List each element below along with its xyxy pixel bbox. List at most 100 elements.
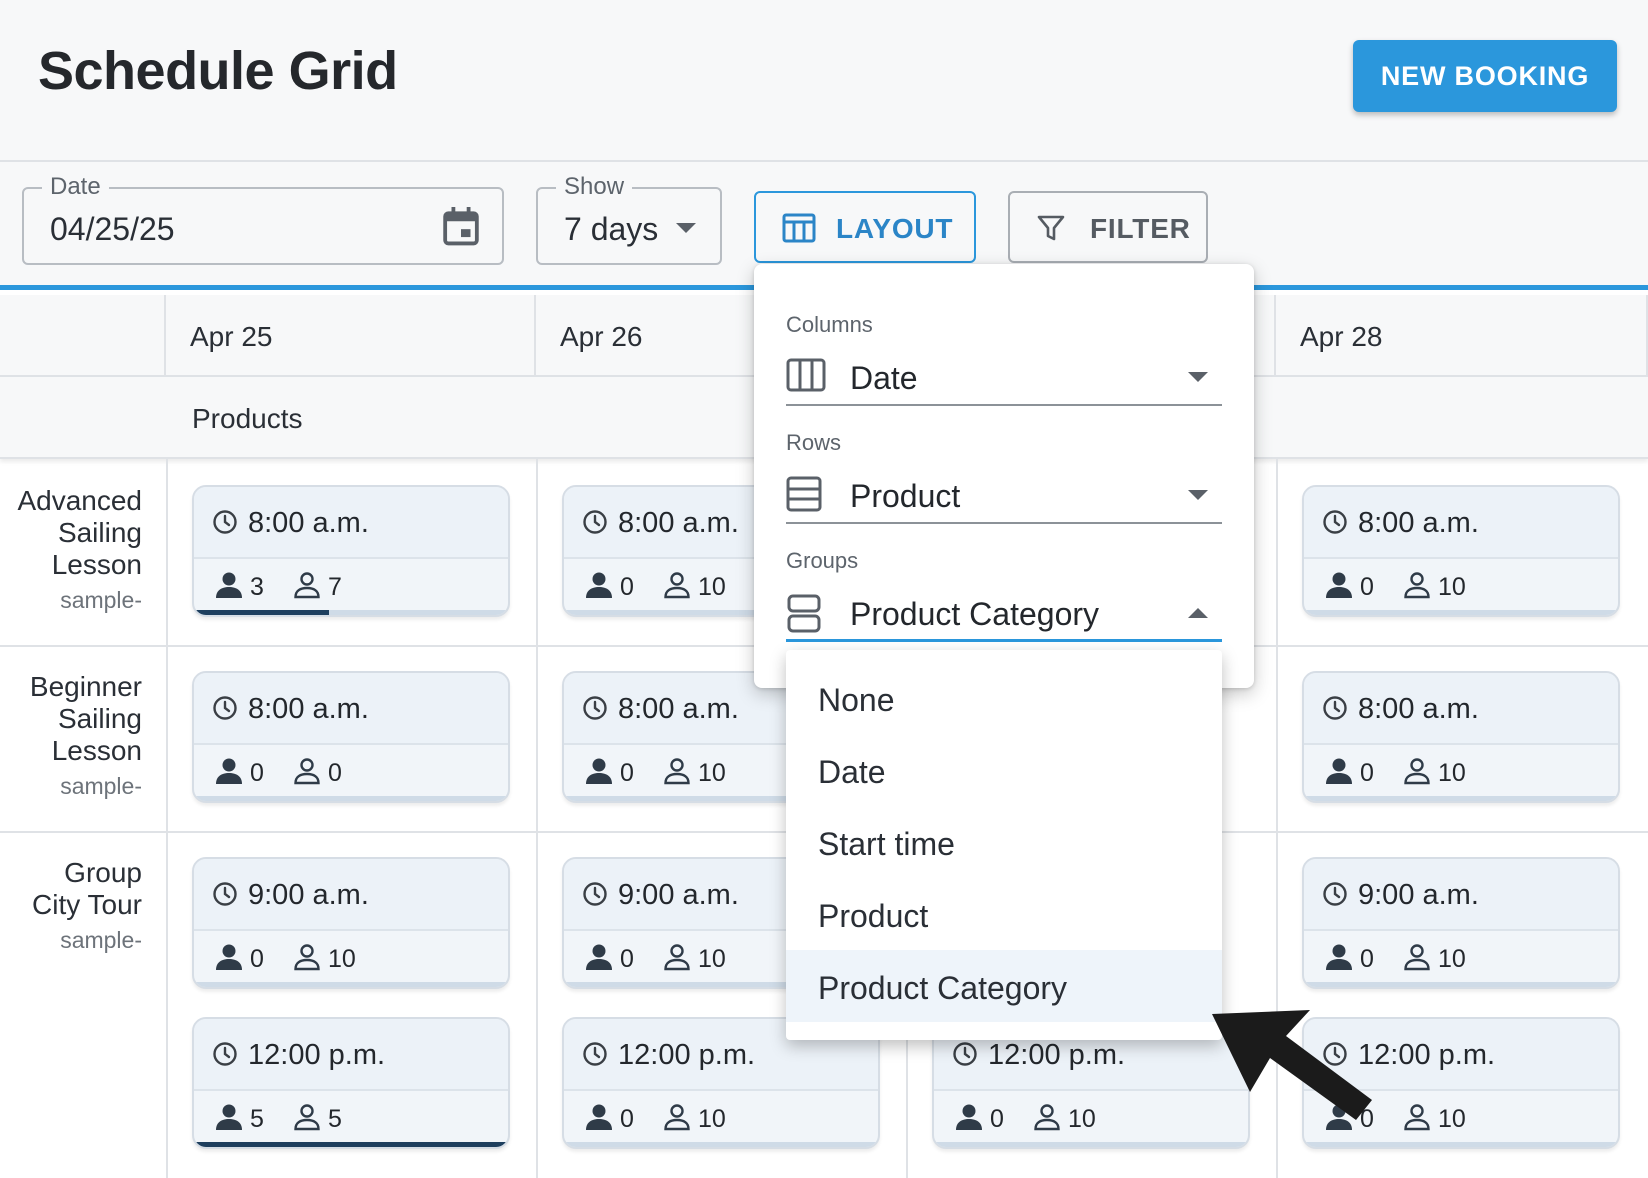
new-booking-button[interactable]: NEW BOOKING: [1353, 40, 1617, 112]
capacity-progress: [194, 610, 330, 615]
chevron-up-icon: [1188, 608, 1208, 618]
rows-select-label: Rows: [786, 430, 842, 455]
show-select-value[interactable]: 7 days: [564, 211, 658, 248]
row-name-line: Advanced: [17, 485, 142, 516]
booked-count: 0: [620, 573, 634, 601]
clock-icon: [212, 509, 238, 540]
clock-icon: [952, 1041, 978, 1072]
groups-select-box[interactable]: Product Category: [786, 582, 1222, 642]
chevron-down-icon: [1188, 372, 1208, 382]
person-outline-icon: [292, 757, 322, 790]
rows-select[interactable]: Rows Product: [786, 430, 1222, 524]
person-outline-icon: [292, 943, 322, 976]
person-outline-icon: [1402, 571, 1432, 604]
slot-time-bar: 9:00 a.m.: [1304, 859, 1618, 931]
person-filled-icon: [584, 757, 614, 790]
slot-time: 8:00 a.m.: [618, 693, 739, 725]
booked-count: 0: [620, 759, 634, 787]
groups-select-label: Groups: [786, 548, 859, 573]
clock-icon: [212, 1041, 238, 1072]
capacity-count: 10: [698, 1105, 726, 1133]
row-sub: sample-: [60, 927, 142, 953]
menu-item-product-category[interactable]: Product Category: [786, 950, 1222, 1022]
row-sub: sample-: [60, 773, 142, 799]
show-select[interactable]: Show 7 days: [536, 173, 722, 265]
menu-item-start-time[interactable]: Start time: [786, 806, 1222, 878]
slot-counts: 0 10: [564, 1091, 878, 1147]
capacity-count: 10: [1438, 945, 1466, 973]
row-sub: sample-: [60, 587, 142, 613]
capacity-track: [1304, 1142, 1618, 1147]
layout-button[interactable]: LAYOUT: [754, 191, 976, 263]
table-layout-icon: [782, 213, 816, 243]
slot-counts: 0 10: [194, 931, 508, 987]
menu-item-product[interactable]: Product: [786, 878, 1222, 950]
person-filled-icon: [1324, 757, 1354, 790]
slot-time: 8:00 a.m.: [248, 693, 369, 725]
person-filled-icon: [214, 1103, 244, 1136]
date-field[interactable]: Date 04/25/25: [22, 173, 504, 265]
time-slot-card[interactable]: 12:00 p.m. 5 5: [192, 1017, 510, 1149]
groups-icon: [787, 594, 821, 633]
capacity-count: 10: [1438, 1105, 1466, 1133]
menu-item-date[interactable]: Date: [786, 734, 1222, 806]
time-slot-card[interactable]: 9:00 a.m. 0 10: [1302, 857, 1620, 989]
person-filled-icon: [954, 1103, 984, 1136]
calendar-icon[interactable]: [442, 205, 480, 247]
time-slot-card[interactable]: 8:00 a.m. 0 10: [1302, 485, 1620, 617]
divider: [166, 459, 168, 1178]
slot-time-bar: 8:00 a.m.: [1304, 673, 1618, 745]
capacity-track: [194, 796, 508, 801]
capacity-count: 0: [328, 759, 342, 787]
rows-select-box[interactable]: Product: [786, 464, 1222, 524]
clock-icon: [582, 1041, 608, 1072]
capacity-track: [1304, 610, 1618, 615]
capacity-count: 10: [1438, 573, 1466, 601]
slot-time-bar: 12:00 p.m.: [194, 1019, 508, 1091]
clock-icon: [212, 881, 238, 912]
capacity-progress: [194, 1142, 508, 1147]
time-slot-card[interactable]: 8:00 a.m. 3 7: [192, 485, 510, 617]
slot-time: 9:00 a.m.: [248, 879, 369, 911]
row-label-group-city-tour: Group City Tour sample-: [0, 857, 142, 954]
filter-button-label: FILTER: [1090, 213, 1191, 244]
person-filled-icon: [214, 571, 244, 604]
chevron-down-icon: [676, 223, 696, 233]
row-name-line: Lesson: [51, 735, 142, 766]
row-label-beginner-sailing: Beginner Sailing Lesson sample-: [0, 671, 142, 800]
person-filled-icon: [584, 943, 614, 976]
person-outline-icon: [1402, 757, 1432, 790]
groups-select[interactable]: Groups Product Category: [786, 548, 1222, 642]
filter-button[interactable]: FILTER: [1008, 191, 1208, 263]
slot-counts: 37: [194, 559, 508, 615]
time-slot-card[interactable]: 8:00 a.m. 0 10: [1302, 671, 1620, 803]
chevron-down-icon: [1188, 490, 1208, 500]
capacity-count: 10: [698, 759, 726, 787]
columns-select-box[interactable]: Date: [786, 346, 1222, 406]
filter-icon: [1037, 215, 1065, 241]
capacity-count: 10: [698, 945, 726, 973]
booked-count: 3: [250, 573, 264, 601]
time-slot-card[interactable]: 8:00 a.m. 0 0: [192, 671, 510, 803]
slot-counts: 0 10: [1304, 745, 1618, 801]
booked-count: 5: [250, 1105, 264, 1133]
slot-time: 8:00 a.m.: [248, 507, 369, 539]
groups-menu: None Date Start time Product Product Cat…: [786, 650, 1222, 1040]
date-field-value[interactable]: 04/25/25: [50, 211, 175, 248]
person-filled-icon: [1324, 571, 1354, 604]
booked-count: 0: [620, 1105, 634, 1133]
slot-counts: 55: [194, 1091, 508, 1147]
booked-count: 0: [1360, 759, 1374, 787]
columns-icon: [786, 358, 826, 392]
clock-icon: [212, 695, 238, 726]
person-outline-icon: [662, 943, 692, 976]
columns-select[interactable]: Columns Date: [786, 312, 1222, 406]
person-outline-icon: [662, 757, 692, 790]
layout-popover: Columns Date Rows Product Groups Product…: [754, 264, 1254, 688]
row-name-line: Group: [64, 857, 142, 888]
page-title: Schedule Grid: [38, 41, 398, 101]
menu-item-none[interactable]: None: [786, 662, 1222, 734]
capacity-track: [1304, 982, 1618, 987]
capacity-track: [194, 982, 508, 987]
time-slot-card[interactable]: 9:00 a.m. 0 10: [192, 857, 510, 989]
